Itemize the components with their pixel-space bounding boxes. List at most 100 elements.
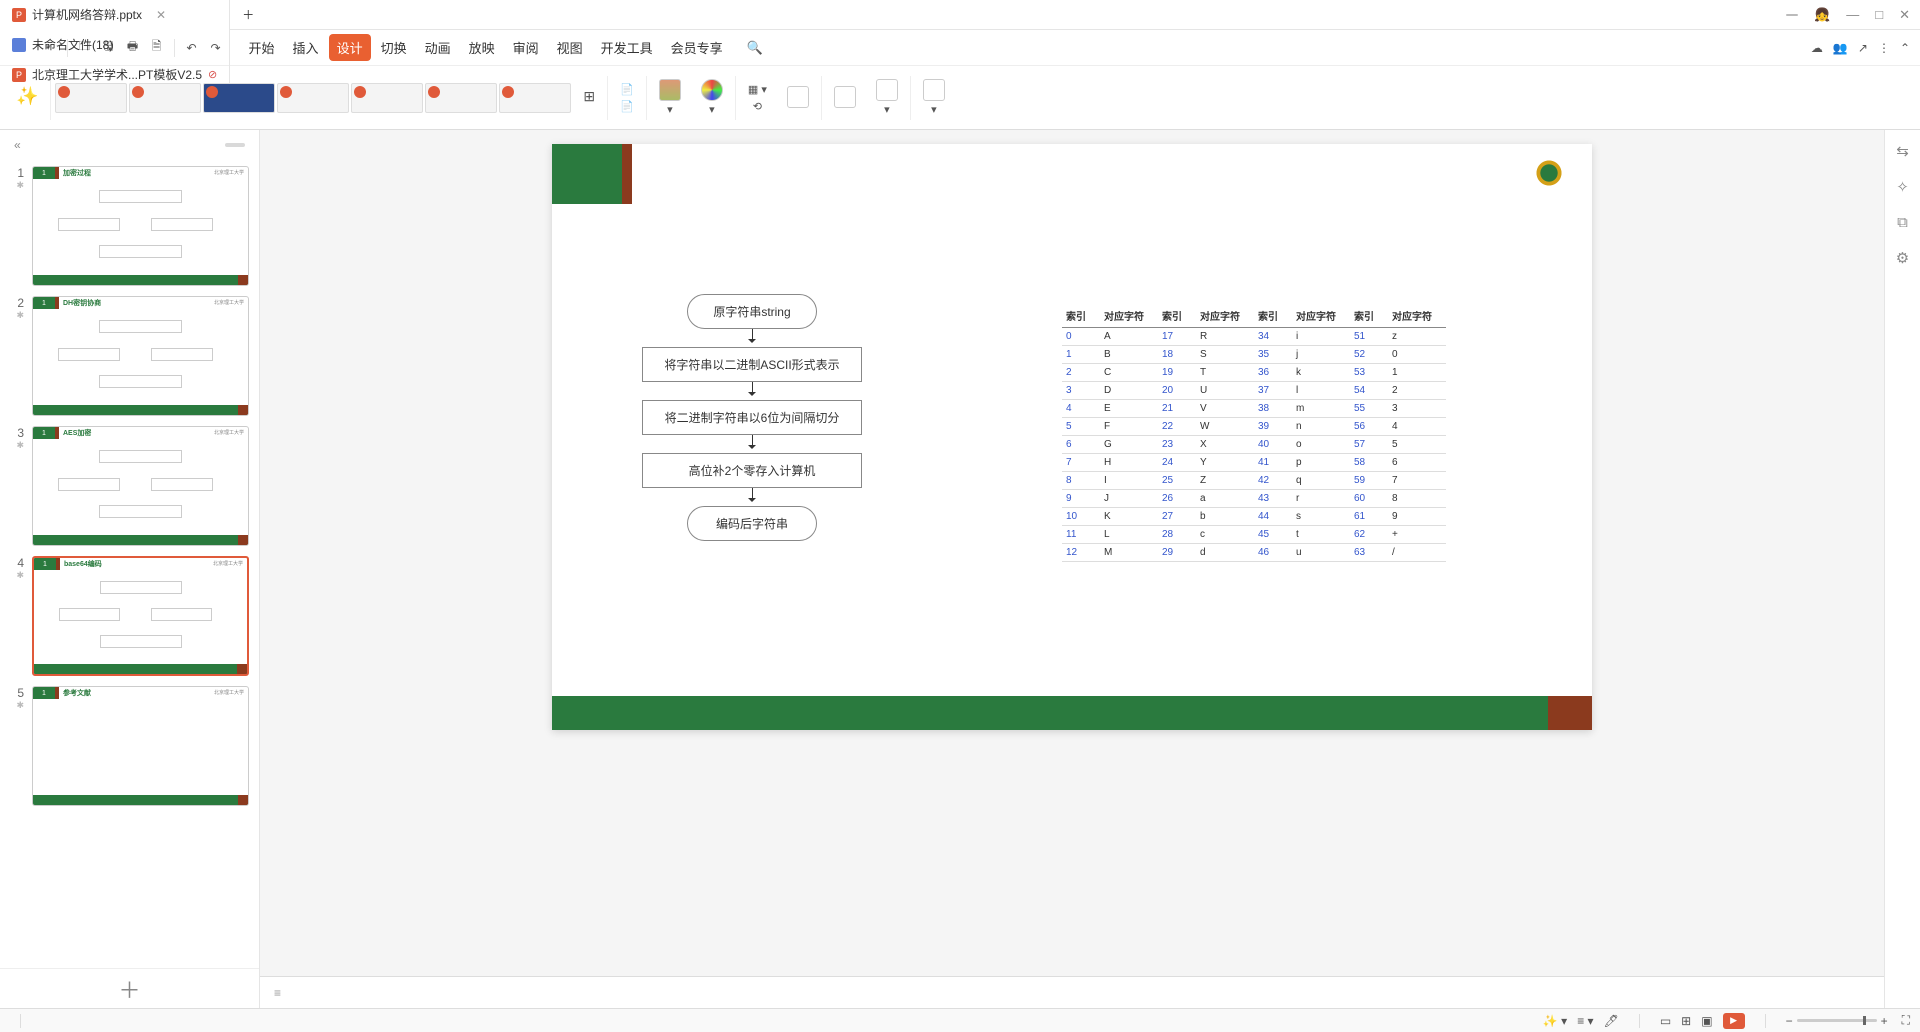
more-designs[interactable]: ⊞ — [575, 66, 603, 129]
share-button[interactable]: ↗ — [1858, 41, 1868, 55]
main-area: « 1✱ 1加密过程 北京理工大学 2✱ 1DH密钥协商 北京理工大学 3✱ 1… — [0, 130, 1920, 1008]
slide-thumb-1[interactable]: 1加密过程 北京理工大学 — [32, 166, 249, 286]
collaborate-button[interactable]: 👥 — [1833, 41, 1848, 55]
menu-审阅[interactable]: 审阅 — [505, 34, 547, 61]
style-icon[interactable]: ✧ — [1896, 178, 1909, 196]
ribbon: ✨ ⊞ 📄 📄 ▾ ▾ ▦ ▾ ⟲ ▾ ▾ — [0, 66, 1920, 130]
menu-row: 开始插入设计切换动画放映审阅视图开发工具会员专享 🔍 — [241, 34, 915, 61]
menu-插入[interactable]: 插入 — [285, 34, 327, 61]
table-row: 4E21V38m553 — [1062, 400, 1446, 418]
flow-arrow-icon — [632, 329, 872, 347]
view-normal-icon[interactable]: ▭ — [1660, 1014, 1671, 1028]
table-row: 8I25Z42q597 — [1062, 472, 1446, 490]
thumb-number: 3✱ — [10, 426, 24, 546]
zoom-in-icon[interactable]: + — [1881, 1014, 1888, 1028]
avatar-icon[interactable]: 👧 — [1814, 7, 1830, 23]
slideshow-button[interactable]: ▶ — [1723, 1013, 1745, 1029]
tab-2[interactable]: P计算机网络答辩.pptx✕ — [0, 0, 230, 30]
view-reading-icon[interactable]: ▣ — [1701, 1014, 1712, 1028]
flowchart: 原字符串string将字符串以二进制ASCII形式表示将二进制字符串以6位为间隔… — [632, 294, 872, 541]
flow-arrow-icon — [632, 488, 872, 506]
properties-icon[interactable]: ⇆ — [1896, 142, 1909, 160]
status-smart[interactable]: ✨ ▾ — [1543, 1014, 1567, 1028]
slide-thumb-4[interactable]: 1base64编码 北京理工大学 — [32, 556, 249, 676]
design-templates[interactable] — [55, 83, 571, 113]
slide-thumb-2[interactable]: 1DH密钥协商 北京理工大学 — [32, 296, 249, 416]
add-slide-button[interactable]: ＋ — [0, 968, 259, 1008]
slide-thumb-5[interactable]: 1参考文献 北京理工大学 — [32, 686, 249, 806]
thumb-number: 1✱ — [10, 166, 24, 286]
thumb-number: 2✱ — [10, 296, 24, 416]
search-icon: 🔍 — [739, 36, 771, 60]
notes-icon: ≡ — [274, 986, 281, 1000]
menu-切换[interactable]: 切换 — [373, 34, 415, 61]
search-input[interactable] — [775, 41, 915, 55]
slide-number-box — [552, 144, 622, 204]
table-row: 6G23X40o575 — [1062, 436, 1446, 454]
notes-pane[interactable]: ≡ — [260, 976, 1884, 1008]
new-tab-button[interactable]: ＋ — [230, 0, 266, 30]
tab-label: 未命名文件(18) — [32, 36, 113, 53]
slide-canvas[interactable]: 原字符串string将字符串以二进制ASCII形式表示将二进制字符串以6位为间隔… — [260, 130, 1884, 976]
table-row: 2C19T36k531 — [1062, 364, 1446, 382]
background[interactable]: ▾ — [651, 66, 689, 129]
close-tab-icon[interactable]: ✕ — [156, 8, 166, 22]
tabs: 首页D稻壳P计算机网络答辩.pptx✕未命名文件(18)P北京理工大学学术...… — [0, 0, 230, 90]
command-search[interactable]: 🔍 — [739, 36, 915, 60]
menu-设计[interactable]: 设计 — [329, 34, 371, 61]
menu-视图[interactable]: 视图 — [549, 34, 591, 61]
canvas-wrap: 原字符串string将字符串以二进制ASCII形式表示将二进制字符串以6位为间隔… — [260, 130, 1884, 1008]
base64-table: 索引对应字符索引对应字符索引对应字符索引对应字符0A17R34i51z1B18S… — [1062, 304, 1446, 562]
minimize-icon[interactable]: — — [1846, 7, 1859, 22]
flow-arrow-icon — [632, 435, 872, 453]
fit-icon[interactable]: ⛶ — [1902, 1013, 1910, 1028]
page-number — [1548, 696, 1592, 730]
color-scheme[interactable]: ▾ — [693, 66, 731, 129]
maximize-icon[interactable]: □ — [1875, 7, 1883, 22]
flow-step-4: 编码后字符串 — [687, 506, 817, 541]
slides-tab[interactable] — [225, 143, 245, 147]
flow-step-2: 将二进制字符串以6位为间隔切分 — [642, 400, 862, 435]
zoom-control[interactable]: − + — [1786, 1014, 1892, 1028]
chevron-up-icon[interactable]: ⌃ — [1900, 41, 1910, 55]
status-comment[interactable]: 🖊 — [1604, 1014, 1619, 1028]
menu-放映[interactable]: 放映 — [461, 34, 503, 61]
cloud-sync-icon[interactable]: ☁ — [1811, 41, 1823, 55]
title-bar: 首页D稻壳P计算机网络答辩.pptx✕未命名文件(18)P北京理工大学学术...… — [0, 0, 1920, 30]
menu-会员专享[interactable]: 会员专享 — [663, 34, 731, 61]
table-row: 11L28c45t62+ — [1062, 526, 1446, 544]
close-window-icon[interactable]: ✕ — [1899, 7, 1910, 23]
status-notes[interactable]: ≡ ▾ — [1577, 1014, 1593, 1028]
notif-badge[interactable] — [1786, 14, 1798, 16]
slide-panel: « 1✱ 1加密过程 北京理工大学 2✱ 1DH密钥协商 北京理工大学 3✱ 1… — [0, 130, 260, 1008]
table-row: 5F22W39n564 — [1062, 418, 1446, 436]
zoom-out-icon[interactable]: − — [1786, 1014, 1793, 1028]
present-tools[interactable]: ▾ — [915, 66, 953, 129]
more-icon[interactable]: ⋮ — [1878, 41, 1890, 55]
warn-icon: ⊘ — [208, 68, 217, 81]
table-row: 3D20U37l542 — [1062, 382, 1446, 400]
slide-size[interactable]: ▾ — [868, 66, 906, 129]
page-setup[interactable] — [826, 66, 864, 129]
thumb-number: 5✱ — [10, 686, 24, 806]
edit-master[interactable] — [779, 66, 817, 129]
accent-bar — [622, 144, 632, 204]
tab-3[interactable]: 未命名文件(18) — [0, 30, 230, 60]
settings-icon[interactable]: ⚙ — [1896, 249, 1909, 267]
menu-开始[interactable]: 开始 — [241, 34, 283, 61]
slide: 原字符串string将字符串以二进制ASCII形式表示将二进制字符串以6位为间隔… — [552, 144, 1592, 730]
reset[interactable]: ⟲ — [753, 100, 762, 113]
clipboard-icon[interactable]: ⧉ — [1897, 214, 1908, 231]
slide-thumb-3[interactable]: 1AES加密 北京理工大学 — [32, 426, 249, 546]
view-sorter-icon[interactable]: ⊞ — [1681, 1014, 1691, 1028]
collapse-panel-icon[interactable]: « — [14, 138, 21, 152]
table-row: 0A17R34i51z — [1062, 328, 1446, 346]
menu-开发工具[interactable]: 开发工具 — [593, 34, 661, 61]
slide-footer-motto — [552, 696, 1548, 730]
menu-动画[interactable]: 动画 — [417, 34, 459, 61]
import-template[interactable]: 📄 — [620, 83, 634, 96]
table-row: 12M29d46u63/ — [1062, 544, 1446, 562]
layout[interactable]: ▦ ▾ — [748, 83, 767, 96]
flow-step-0: 原字符串string — [687, 294, 817, 329]
this-template[interactable]: 📄 — [620, 100, 634, 113]
